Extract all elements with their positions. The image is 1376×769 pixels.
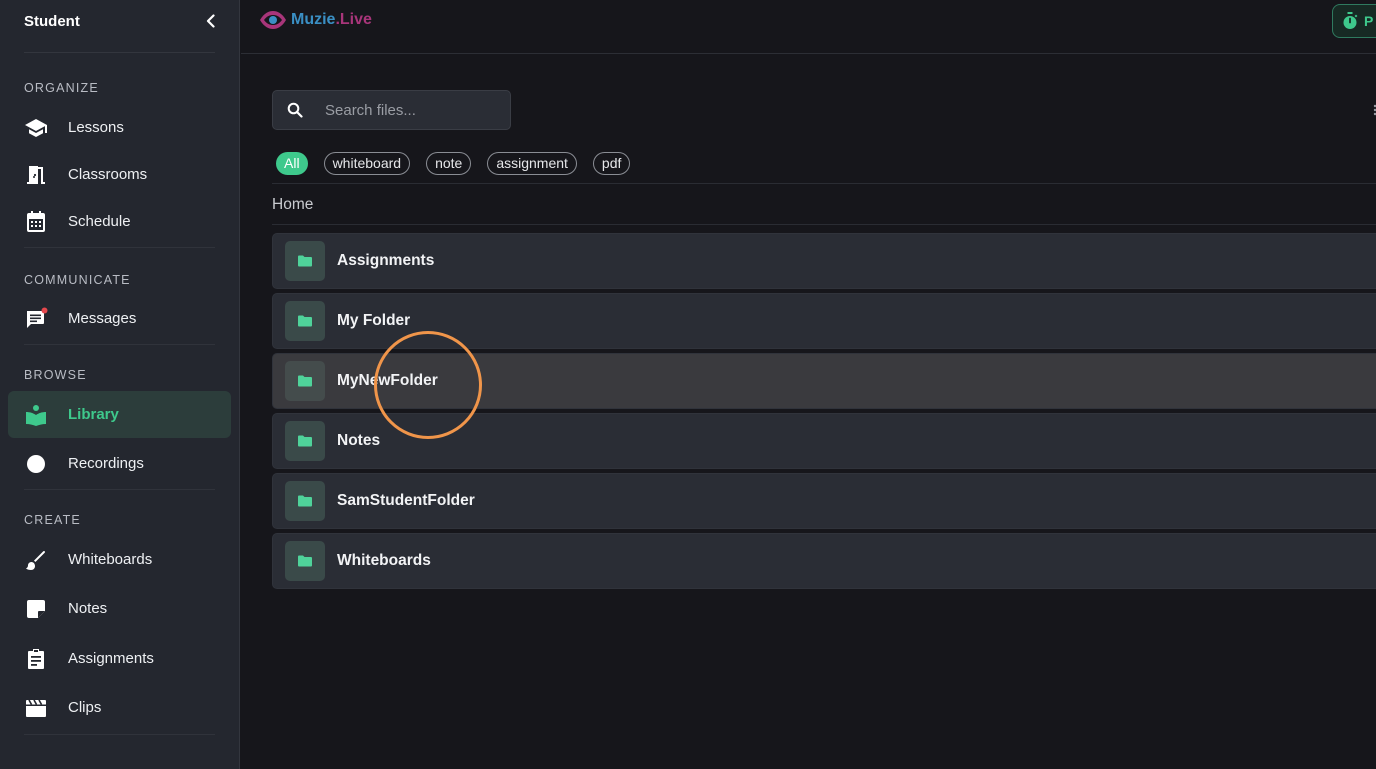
message-icon — [24, 307, 48, 331]
folder-row-whiteboards[interactable]: Whiteboards — [272, 533, 1376, 589]
folder-icon-box — [285, 301, 325, 341]
sidebar-item-label: Notes — [68, 600, 108, 617]
filter-divider — [272, 183, 1376, 184]
topbar: Muzie.Live P — [241, 0, 1376, 54]
folder-name: Whiteboards — [337, 552, 431, 569]
sidebar-item-schedule[interactable]: Schedule — [8, 198, 231, 245]
folder-icon — [298, 495, 312, 507]
calendar-icon — [24, 210, 48, 234]
folder-name: Notes — [337, 432, 381, 449]
sidebar-item-label: Clips — [68, 699, 102, 716]
filter-chip-whiteboard[interactable]: whiteboard — [323, 152, 411, 175]
folder-icon — [298, 435, 312, 447]
folder-name: SamStudentFolder — [337, 492, 475, 509]
filter-chip-all[interactable]: All — [276, 152, 308, 175]
filter-chip-note[interactable]: note — [426, 152, 472, 175]
collapse-sidebar-button[interactable] — [201, 11, 221, 31]
folder-row-assignments[interactable]: Assignments — [272, 233, 1376, 289]
sidebar-item-label: Messages — [68, 310, 137, 327]
folder-icon-box — [285, 361, 325, 401]
sidebar-item-label: Assignments — [68, 650, 154, 667]
sidebar-item-label: Whiteboards — [68, 551, 153, 568]
folder-icon — [298, 555, 312, 567]
sidebar-divider — [24, 734, 215, 735]
sidebar-item-label: Recordings — [68, 455, 144, 472]
sidebar-item-lessons[interactable]: Lessons — [8, 104, 231, 151]
folder-icon-box — [285, 541, 325, 581]
folder-row-my-folder[interactable]: My Folder — [272, 293, 1376, 349]
folder-icon-box — [285, 421, 325, 461]
note-icon — [24, 597, 48, 621]
folder-row-notes[interactable]: Notes — [272, 413, 1376, 469]
logo-text-a: Muzie — [291, 11, 336, 28]
filter-chip-pdf[interactable]: pdf — [592, 152, 631, 175]
sidebar-item-notes[interactable]: Notes — [8, 585, 231, 632]
sidebar-item-clips[interactable]: Clips — [8, 684, 231, 731]
sidebar-item-recordings[interactable]: Recordings — [8, 440, 231, 487]
sidebar-item-library[interactable]: Library — [8, 391, 231, 438]
eye-logo-icon — [260, 11, 286, 29]
sidebar-item-classrooms[interactable]: Classrooms — [8, 151, 231, 198]
sidebar-divider — [24, 247, 215, 248]
breadcrumb[interactable]: Home — [272, 196, 313, 214]
section-label-create: CREATE — [24, 513, 81, 527]
clipboard-icon — [24, 647, 48, 671]
breadcrumb-divider — [272, 224, 1376, 225]
section-label-organize: ORGANIZE — [24, 81, 99, 95]
chevron-left-icon — [206, 14, 215, 28]
sidebar-divider — [24, 344, 215, 345]
record-icon — [24, 452, 48, 476]
search-box[interactable] — [272, 90, 511, 130]
folder-list: Assignments My Folder MyNewFolder Notes … — [272, 233, 1376, 593]
sidebar-item-label: Schedule — [68, 213, 131, 230]
top-action-button[interactable]: P — [1332, 4, 1376, 38]
folder-icon-box — [285, 481, 325, 521]
folder-name: My Folder — [337, 312, 411, 329]
folder-row-samstudentfolder[interactable]: SamStudentFolder — [272, 473, 1376, 529]
sidebar-divider — [24, 52, 215, 53]
sidebar-item-whiteboards[interactable]: Whiteboards — [8, 536, 231, 583]
door-icon — [24, 163, 48, 187]
sidebar-title: Student — [24, 12, 80, 30]
section-label-browse: BROWSE — [24, 368, 87, 382]
sidebar-item-assignments[interactable]: Assignments — [8, 635, 231, 682]
brush-icon — [24, 548, 48, 572]
stopwatch-icon — [1343, 12, 1358, 29]
sidebar-item-label: Classrooms — [68, 166, 148, 183]
folder-icon — [298, 375, 312, 387]
sidebar: Student ORGANIZE Lessons Classrooms Sche… — [0, 0, 240, 769]
sidebar-item-messages[interactable]: Messages — [8, 295, 231, 342]
folder-icon — [298, 255, 312, 267]
sidebar-header: Student — [0, 0, 239, 42]
filter-chip-assignment[interactable]: assignment — [487, 152, 577, 175]
sidebar-divider — [24, 489, 215, 490]
top-action-label: P — [1364, 13, 1374, 29]
section-label-communicate: COMMUNICATE — [24, 273, 131, 287]
filter-chips: All whiteboard note assignment pdf — [276, 152, 646, 175]
folder-icon-box — [285, 241, 325, 281]
folder-row-mynewfolder[interactable]: MyNewFolder — [272, 353, 1376, 409]
sidebar-item-label: Lessons — [68, 119, 124, 136]
folder-name: Assignments — [337, 252, 435, 269]
library-main: All whiteboard note assignment pdf Home … — [241, 55, 1376, 769]
breadcrumb-home[interactable]: Home — [272, 196, 313, 213]
search-input[interactable] — [325, 101, 495, 119]
logo-text-b: .Live — [335, 11, 372, 28]
sidebar-item-label: Library — [68, 406, 119, 423]
folder-icon — [298, 315, 312, 327]
graduation-cap-icon — [24, 116, 48, 140]
book-icon — [24, 403, 48, 427]
logo-text: Muzie.Live — [291, 11, 372, 29]
folder-name: MyNewFolder — [337, 372, 438, 389]
app-logo[interactable]: Muzie.Live — [259, 10, 372, 30]
clapperboard-icon — [24, 696, 48, 720]
search-icon — [287, 102, 303, 118]
